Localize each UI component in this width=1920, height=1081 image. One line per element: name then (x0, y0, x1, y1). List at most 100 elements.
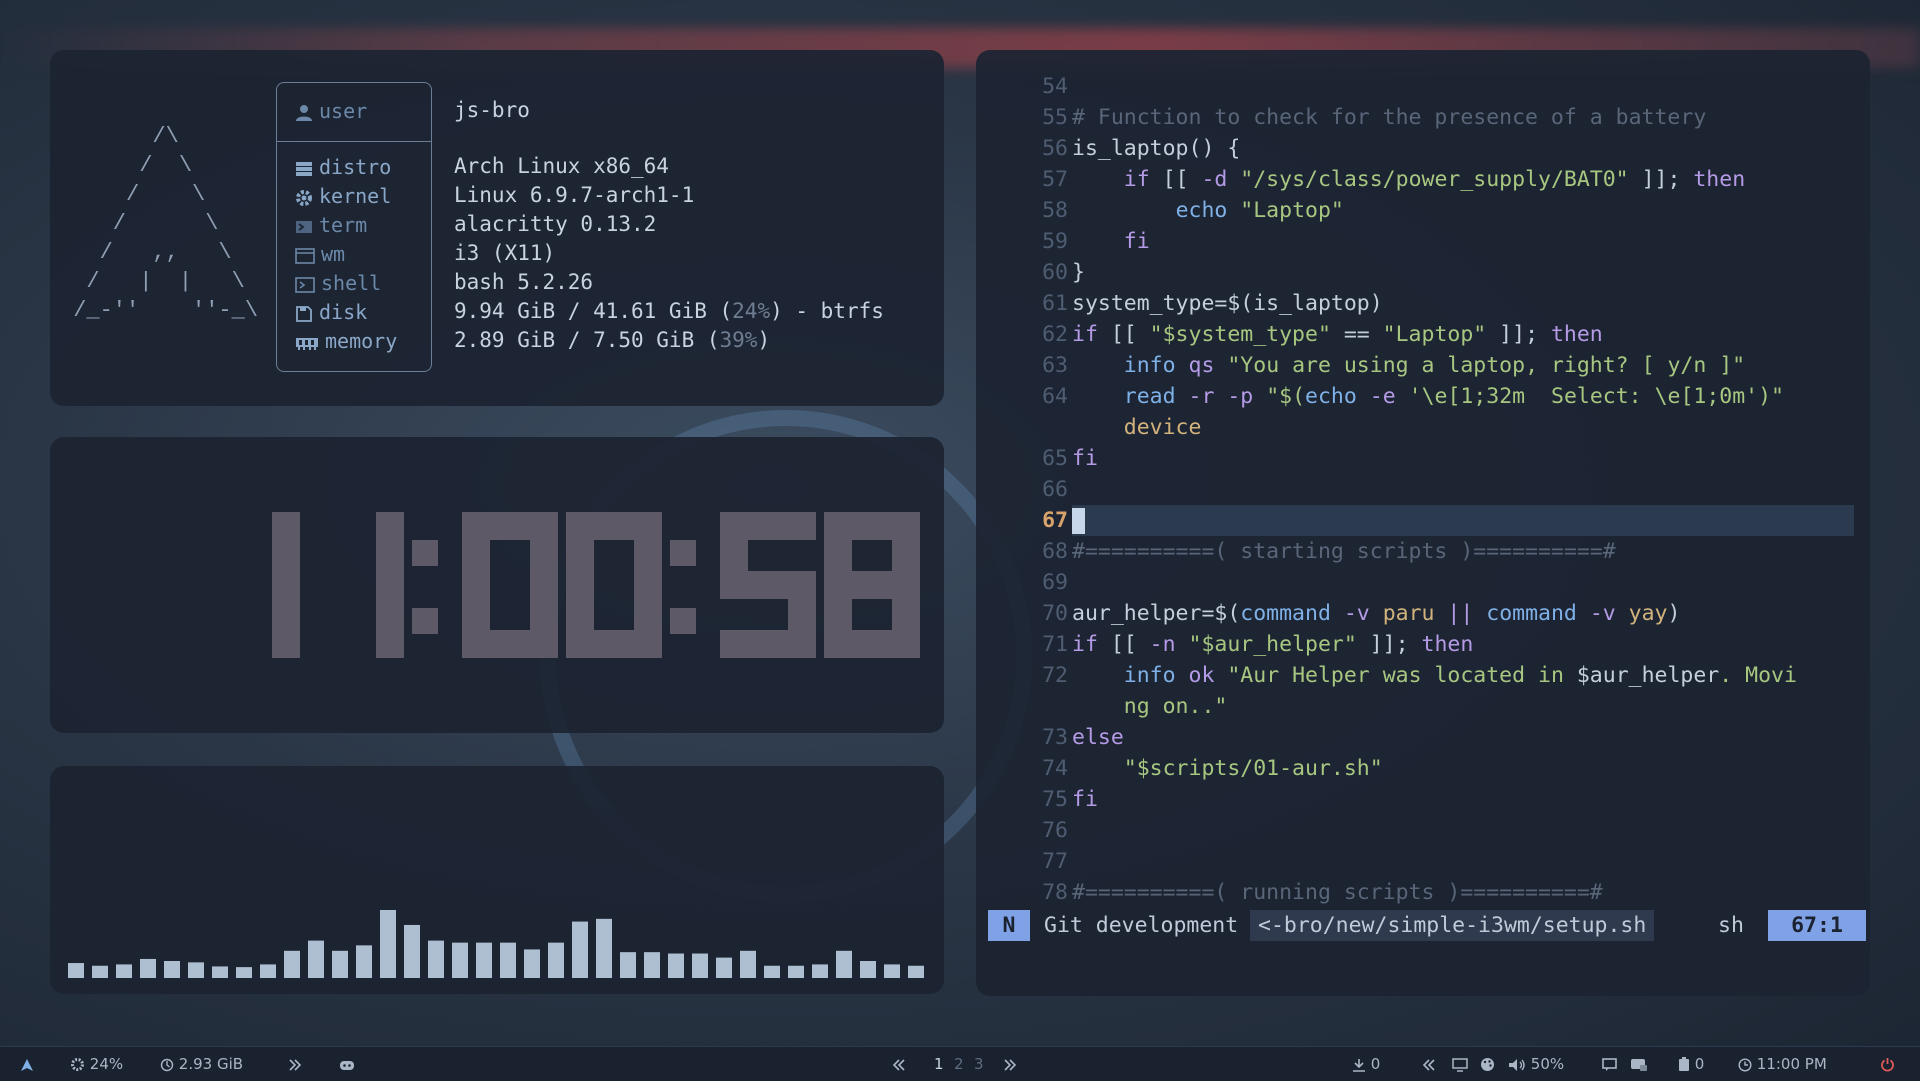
value-memory: 2.89 GiB / 7.50 GiB (39%) (454, 326, 770, 355)
display-button[interactable] (1452, 1047, 1468, 1081)
mode-indicator: N (988, 910, 1030, 941)
workspace-prev[interactable] (892, 1047, 906, 1081)
clock-digit (376, 512, 404, 658)
code-token: info (1123, 353, 1176, 378)
volume-level: 50% (1530, 1055, 1565, 1073)
filetype: sh (1718, 913, 1744, 938)
value-user: js-bro (454, 98, 530, 122)
clock-digit (566, 512, 662, 658)
visualizer-bar (380, 910, 396, 978)
code-token: ]]; (1356, 632, 1422, 657)
window-icon (295, 247, 315, 264)
line-number: 65 (1042, 446, 1068, 471)
clock-digit (272, 512, 300, 658)
workspace-2[interactable]: 2 (954, 1047, 964, 1081)
current-line-highlight (1072, 505, 1854, 536)
visualizer-bar (596, 918, 612, 978)
volume-module[interactable]: 50% (1508, 1047, 1564, 1081)
launcher-button[interactable] (20, 1047, 34, 1081)
line-text: read -r -p "$(echo -e '\e[1;32m Select: … (1072, 381, 1784, 412)
code-token: ) (1667, 601, 1681, 626)
workspace-1[interactable]: 1 (934, 1047, 944, 1081)
workspace-next[interactable] (1003, 1047, 1017, 1081)
gamepad-button[interactable] (338, 1047, 356, 1081)
neovim-editor-panel: 54 55 # Function to check for the presence… (976, 50, 1870, 996)
visualizer-bar (860, 961, 876, 978)
code-token: -n (1149, 632, 1176, 657)
label-user: user (295, 97, 367, 126)
line-text: # Function to check for the presence of … (1072, 102, 1706, 133)
code-token: '\e[1;32m Select: \e[1;0m')" (1408, 384, 1785, 409)
line-number: 73 (1042, 725, 1068, 750)
code-token: "Laptop" (1240, 198, 1344, 223)
gear-icon (296, 189, 312, 206)
clock-module[interactable]: 11:00 PM (1738, 1047, 1827, 1081)
value-memory-percent: 39% (719, 328, 758, 352)
line-text: ng on.." (1072, 691, 1228, 722)
code-token: yay (1628, 601, 1668, 626)
visualizer-bar (284, 950, 300, 978)
code-token: qs (1188, 353, 1215, 378)
code-token: "/sys/class/power_supply/BAT0" (1240, 167, 1629, 192)
battery-icon (1679, 1057, 1689, 1071)
visualizer-bar (428, 940, 444, 978)
code-token: "$scripts/01-aur.sh" (1123, 756, 1383, 781)
visualizer-bars (68, 910, 924, 978)
polybar: 24% 2.93 GiB 1 2 3 0 50% 0 11:00 PM (0, 1046, 1920, 1081)
value-disk-percent: 24% (732, 299, 771, 323)
line-text: info ok "Aur Helper was located in $aur_… (1072, 660, 1797, 691)
tray-collapse[interactable] (1422, 1047, 1436, 1081)
line-text: #==========( starting scripts )=========… (1072, 536, 1616, 567)
visualizer-bar (476, 942, 492, 978)
terminal-icon (296, 220, 312, 233)
label-disk: disk (295, 298, 367, 327)
value-disk-fs: ) - btrfs (770, 299, 884, 323)
double-chevron-right-icon (289, 1058, 302, 1071)
value-kernel: Linux 6.9.7-arch1-1 (454, 183, 695, 207)
theme-button[interactable] (1480, 1047, 1495, 1081)
line-number: 59 (1042, 229, 1068, 254)
line-text: echo "Laptop" (1072, 195, 1344, 226)
visualizer-bar (236, 967, 252, 978)
line-number: 56 (1042, 136, 1068, 161)
code-token: fi (1072, 787, 1098, 812)
line-number: 75 (1042, 787, 1068, 812)
code-token: info (1123, 663, 1176, 688)
line-number: 74 (1042, 756, 1068, 781)
network-button[interactable] (1630, 1047, 1648, 1081)
line-text: if [[ -d "/sys/class/power_supply/BAT0" … (1072, 164, 1745, 195)
cpu-module[interactable]: 24% (70, 1047, 123, 1081)
line-number: 76 (1042, 818, 1068, 843)
updates-module[interactable]: 0 (1352, 1047, 1380, 1081)
battery-module[interactable]: 0 (1678, 1047, 1704, 1081)
power-button[interactable] (1880, 1047, 1895, 1081)
notifications-button[interactable] (1602, 1047, 1617, 1081)
memory-module[interactable]: 2.93 GiB (160, 1047, 243, 1081)
expand-left-arrows[interactable] (288, 1047, 302, 1081)
line-text: else (1072, 722, 1124, 753)
line-number: 55 (1042, 105, 1068, 130)
code-token: else (1072, 725, 1124, 750)
code-token: [[ (1097, 322, 1150, 347)
clock-icon (1738, 1057, 1752, 1072)
palette-icon (1481, 1058, 1494, 1071)
value-shell: bash 5.2.26 (454, 270, 594, 294)
code-token: "$aur_helper" (1188, 632, 1357, 657)
label-term: term (295, 211, 367, 240)
label-shell-text: shell (321, 271, 382, 295)
line-number: 67 (1042, 508, 1068, 533)
line-text: if [[ -n "$aur_helper" ]]; then (1072, 629, 1473, 660)
clock-digit (824, 512, 920, 658)
line-number: 71 (1042, 632, 1068, 657)
workspace-3[interactable]: 3 (974, 1047, 984, 1081)
power-icon (1881, 1058, 1894, 1072)
code-token: ]]; (1486, 322, 1551, 347)
